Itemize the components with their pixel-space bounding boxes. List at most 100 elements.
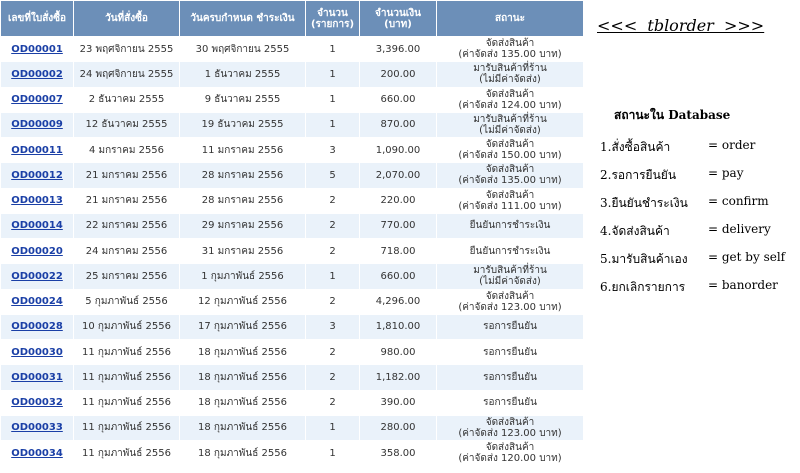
order-id-link[interactable]: OD00009 [11,119,63,130]
table-row: OD00034 11 กุมภาพันธ์ 2556 18 กุมภาพันธ์ 2… [0,439,584,467]
status-text: รอการยืนยัน [483,321,537,333]
order-id-cell: OD00031 [0,364,74,391]
status-text: จัดส่งสินค้า [485,88,535,100]
db-status-item: 1.สั่งซื้อสินค้า = order [600,138,785,166]
order-id-cell: OD00013 [0,187,74,214]
order-date-cell: 21 มกราคม 2556 [73,162,180,189]
table-row: OD00011 4 มกราคม 2556 11 มกราคม 2556 3 1,090… [0,136,584,164]
order-id-cell: OD00001 [0,35,74,63]
order-date-cell: 11 กุมภาพันธ์ 2556 [73,439,180,467]
table-row: OD00028 10 กุมภาพันธ์ 2556 17 กุมภาพันธ์ 2… [0,313,584,341]
order-id-link[interactable]: OD00034 [11,448,63,459]
db-status-item: 5.มารับสินค้าเอง = get by self [600,250,785,278]
db-status-label: 6.ยกเลิกรายการ [600,280,686,294]
due-date-cell: 19 ธันวาคม 2555 [179,111,306,139]
quantity-cell: 2 [305,187,360,214]
table-name-title: <<< tblorder >>> [597,16,765,35]
status-cell: ยืนยันการชำระเงิน [436,237,584,265]
due-date-cell: 18 กุมภาพันธ์ 2556 [179,338,306,366]
order-id-link[interactable]: OD00014 [11,220,63,231]
amount-cell: 1,810.00 [359,313,437,341]
db-status-heading: สถานะใน Database [614,108,731,122]
table-row: OD00009 12 ธันวาคม 2555 19 ธันวาคม 2555 1 87… [0,111,584,139]
order-id-link[interactable]: OD00024 [11,296,63,307]
orders-table: เลขที่ใบสั่งซื้อ วันที่สั่งซื้อ วันครบกำ… [0,0,584,467]
due-date-cell: 31 มกราคม 2556 [179,237,306,265]
status-text: จัดส่งสินค้า [485,139,535,151]
quantity-cell: 2 [305,237,360,265]
table-header-row: เลขที่ใบสั่งซื้อ วันที่สั่งซื้อ วันครบกำ… [0,0,584,37]
due-date-cell: 12 กุมภาพันธ์ 2556 [179,288,306,315]
due-date-cell: 30 พฤศจิกายน 2555 [179,35,306,63]
order-id-link[interactable]: OD00001 [11,44,63,55]
status-text: จัดส่งสินค้า [485,189,535,201]
order-id-cell: OD00030 [0,338,74,366]
order-id-cell: OD00032 [0,389,74,416]
db-status-item: 3.ยืนยันชำระเงิน = confirm [600,194,785,222]
status-note: (ไม่มีค่าจัดส่ง) [479,124,541,136]
table-row: OD00031 11 กุมภาพันธ์ 2556 18 กุมภาพันธ์ 2… [0,364,584,391]
amount-cell: 660.00 [359,86,437,113]
order-id-link[interactable]: OD00022 [11,271,63,282]
table-row: OD00014 22 มกราคม 2556 29 มกราคม 2556 2 770.… [0,212,584,240]
order-id-cell: OD00012 [0,162,74,189]
due-date-cell: 18 กุมภาพันธ์ 2556 [179,414,306,442]
order-id-cell: OD00011 [0,136,74,164]
due-date-cell: 18 กุมภาพันธ์ 2556 [179,439,306,467]
status-note: (ค่าจัดส่ง 150.00 บาท) [458,150,562,162]
due-date-cell: 28 มกราคม 2556 [179,162,306,189]
due-date-cell: 28 มกราคม 2556 [179,187,306,214]
table-row: OD00020 24 มกราคม 2556 31 มกราคม 2556 2 718.… [0,237,584,265]
quantity-cell: 1 [305,263,360,290]
status-note: (ไม่มีค่าจัดส่ง) [479,74,541,86]
order-date-cell: 12 ธันวาคม 2555 [73,111,180,139]
amount-cell: 718.00 [359,237,437,265]
amount-cell: 770.00 [359,212,437,240]
status-text: มารับสินค้าที่ร้าน [473,265,547,277]
order-id-link[interactable]: OD00028 [11,321,63,332]
status-note: (ค่าจัดส่ง 124.00 บาท) [458,99,562,111]
amount-cell: 1,182.00 [359,364,437,391]
amount-cell: 390.00 [359,389,437,416]
order-date-cell: 24 พฤศจิกายน 2555 [73,61,180,88]
db-status-list: 1.สั่งซื้อสินค้า = order 2.รอการยืนยัน = pa… [600,138,785,306]
status-text: รอการยืนยัน [483,371,537,383]
order-id-link[interactable]: OD00033 [11,422,63,433]
quantity-cell: 2 [305,212,360,240]
table-row: OD00001 23 พฤศจิกายน 2555 30 พฤศจิกายน 255… [0,35,584,63]
quantity-cell: 1 [305,35,360,63]
order-id-cell: OD00024 [0,288,74,315]
order-id-cell: OD00034 [0,439,74,467]
status-cell: จัดส่งสินค้า (ค่าจัดส่ง 135.00 บาท) [436,35,584,63]
order-id-link[interactable]: OD00031 [11,372,63,383]
quantity-cell: 2 [305,338,360,366]
status-cell: จัดส่งสินค้า (ค่าจัดส่ง 123.00 บาท) [436,288,584,315]
status-cell: รอการยืนยัน [436,338,584,366]
order-id-link[interactable]: OD00032 [11,397,63,408]
table-row: OD00012 21 มกราคม 2556 28 มกราคม 2556 5 2,07… [0,162,584,189]
quantity-cell: 2 [305,389,360,416]
order-id-link[interactable]: OD00030 [11,347,63,358]
order-id-link[interactable]: OD00002 [11,69,63,80]
order-id-link[interactable]: OD00007 [11,94,63,105]
table-row: OD00033 11 กุมภาพันธ์ 2556 18 กุมภาพันธ์ 2… [0,414,584,442]
db-status-item: 4.จัดส่งสินค้า = delivery [600,222,785,250]
order-id-link[interactable]: OD00011 [11,145,63,156]
order-id-link[interactable]: OD00012 [11,170,63,181]
due-date-cell: 1 ธันวาคม 2555 [179,61,306,88]
due-date-cell: 17 กุมภาพันธ์ 2556 [179,313,306,341]
status-text: รอการยืนยัน [483,346,537,358]
amount-cell: 220.00 [359,187,437,214]
due-date-cell: 18 กุมภาพันธ์ 2556 [179,389,306,416]
quantity-cell: 1 [305,414,360,442]
quantity-cell: 3 [305,313,360,341]
order-date-cell: 11 กุมภาพันธ์ 2556 [73,364,180,391]
order-id-link[interactable]: OD00013 [11,195,63,206]
status-note: (ค่าจัดส่ง 135.00 บาท) [458,175,562,187]
status-cell: รอการยืนยัน [436,364,584,391]
quantity-cell: 1 [305,439,360,467]
order-id-link[interactable]: OD00020 [11,246,63,257]
amount-cell: 980.00 [359,338,437,366]
quantity-cell: 1 [305,61,360,88]
db-status-value: = delivery [708,222,771,236]
